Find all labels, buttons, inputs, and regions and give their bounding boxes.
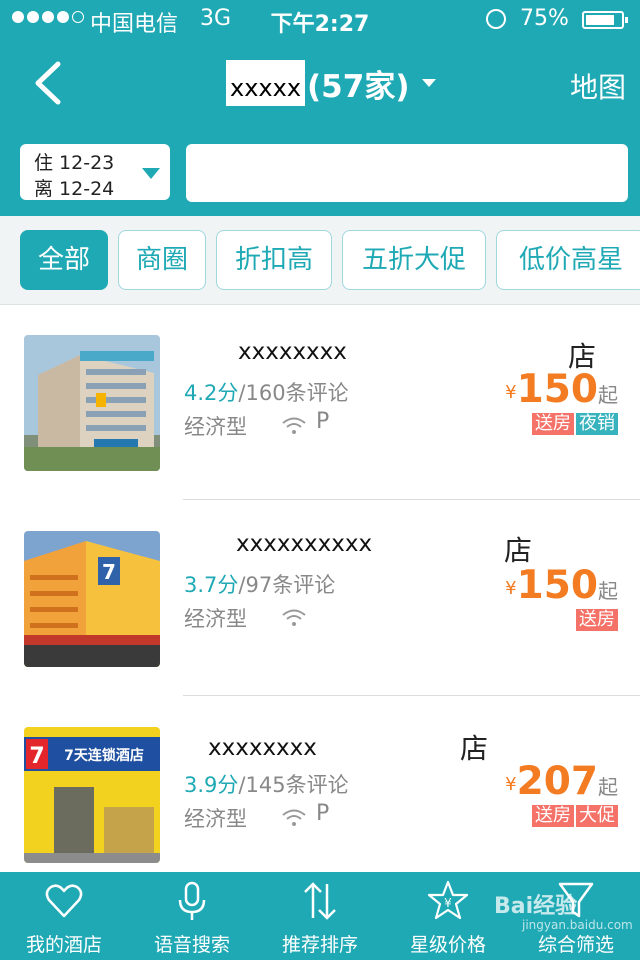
hotel-name: xxxxxxxx <box>208 735 317 761</box>
hotel-type: 经济型 <box>184 607 247 631</box>
hotel-item[interactable]: 7 xxxxxxxxxx 店 3.7分/97条评论 经济型 ¥150起 送房 <box>0 501 640 696</box>
svg-text:7: 7 <box>29 744 44 769</box>
hotel-rating: 3.7分/97条评论 <box>184 573 336 597</box>
map-button[interactable]: 地图 <box>570 66 626 106</box>
svg-text:¥: ¥ <box>444 896 452 910</box>
tag-free-room: 送房 <box>576 609 618 631</box>
rotation-lock-icon <box>486 9 506 29</box>
city-name: xxxxx <box>226 60 306 106</box>
hotel-tags: 送房 夜销 <box>532 413 618 435</box>
filter-bar: 全部 商圈 折扣高 五折大促 低价高星 <box>0 216 640 305</box>
svg-text:7: 7 <box>102 560 116 584</box>
hotel-rating: 4.2分/160条评论 <box>184 381 349 405</box>
sort-arrows-icon <box>304 882 336 920</box>
checkin-date: 住 12-23 <box>34 152 115 174</box>
tag-free-room: 送房 <box>532 413 574 435</box>
wifi-icon <box>282 417 306 434</box>
battery-icon <box>582 11 628 29</box>
tab-recommended-sort[interactable]: 推荐排序 <box>256 872 384 960</box>
watermark-brand: Bai经验 <box>494 894 578 919</box>
hotel-type: 经济型 <box>184 807 247 831</box>
filter-all[interactable]: 全部 <box>20 230 108 290</box>
nav-bar: xxxxx (57家) 地图 <box>0 40 640 130</box>
hotel-photo <box>24 335 160 471</box>
hotel-photo: 7 7天连锁酒店 <box>24 727 160 863</box>
hotel-tags: 送房 <box>576 609 618 631</box>
filter-business-district[interactable]: 商圈 <box>118 230 206 290</box>
hotel-tags: 送房 大促 <box>532 805 618 827</box>
search-row: 住 12-23 离 12-24 <box>0 130 640 216</box>
hotel-photo: 7 <box>24 531 160 667</box>
city-selector[interactable]: xxxxx (57家) <box>226 60 436 106</box>
filter-low-price-high-star[interactable]: 低价高星 <box>496 230 640 290</box>
search-input[interactable] <box>186 144 628 202</box>
battery-percent: 75% <box>520 6 569 31</box>
heart-icon <box>45 884 83 918</box>
watermark-url: jingyan.baidu.com <box>522 918 633 932</box>
hotel-name: xxxxxxxxxx <box>236 531 373 557</box>
star-price-icon: ¥ <box>428 880 468 920</box>
tab-star-price[interactable]: ¥ 星级价格 <box>384 872 512 960</box>
divider <box>183 499 640 500</box>
hotel-name-suffix: 店 <box>460 732 489 765</box>
parking-icon: P <box>316 409 330 434</box>
back-icon[interactable] <box>30 60 70 106</box>
divider <box>183 695 640 696</box>
filter-half-price[interactable]: 五折大促 <box>342 230 486 290</box>
parking-icon: P <box>316 801 330 826</box>
status-bar: 中国电信 3G 下午2:27 75% <box>0 0 640 40</box>
filter-high-discount[interactable]: 折扣高 <box>216 230 332 290</box>
wifi-icon <box>282 809 306 826</box>
hotel-item[interactable]: xxxxxxxx 店 4.2分/160条评论 经济型 P ¥150起 送房 夜销 <box>0 305 640 500</box>
hotel-price: ¥207起 <box>505 759 618 804</box>
tag-night-sale: 夜销 <box>576 413 618 435</box>
hotel-price: ¥150起 <box>505 563 618 608</box>
microphone-icon <box>178 881 206 920</box>
tab-my-hotels[interactable]: 我的酒店 <box>0 872 128 960</box>
dropdown-icon <box>142 168 160 179</box>
hotel-price: ¥150起 <box>505 367 618 412</box>
hotel-name: xxxxxxxx <box>238 339 347 365</box>
chevron-down-icon <box>421 79 436 87</box>
date-picker[interactable]: 住 12-23 离 12-24 <box>20 144 170 200</box>
tag-free-room: 送房 <box>532 805 574 827</box>
hotel-rating: 3.9分/145条评论 <box>184 773 349 797</box>
hotel-item[interactable]: 7 7天连锁酒店 xxxxxxxx 店 3.9分/145条评论 经济型 P ¥2… <box>0 697 640 892</box>
hotel-sign-text: 7天连锁酒店 <box>64 747 144 764</box>
hotel-type: 经济型 <box>184 415 247 439</box>
tag-big-promo: 大促 <box>576 805 618 827</box>
tab-voice-search[interactable]: 语音搜索 <box>128 872 256 960</box>
hotel-count: (57家) <box>307 68 410 105</box>
wifi-icon <box>282 609 306 626</box>
checkout-date: 离 12-24 <box>34 178 115 200</box>
